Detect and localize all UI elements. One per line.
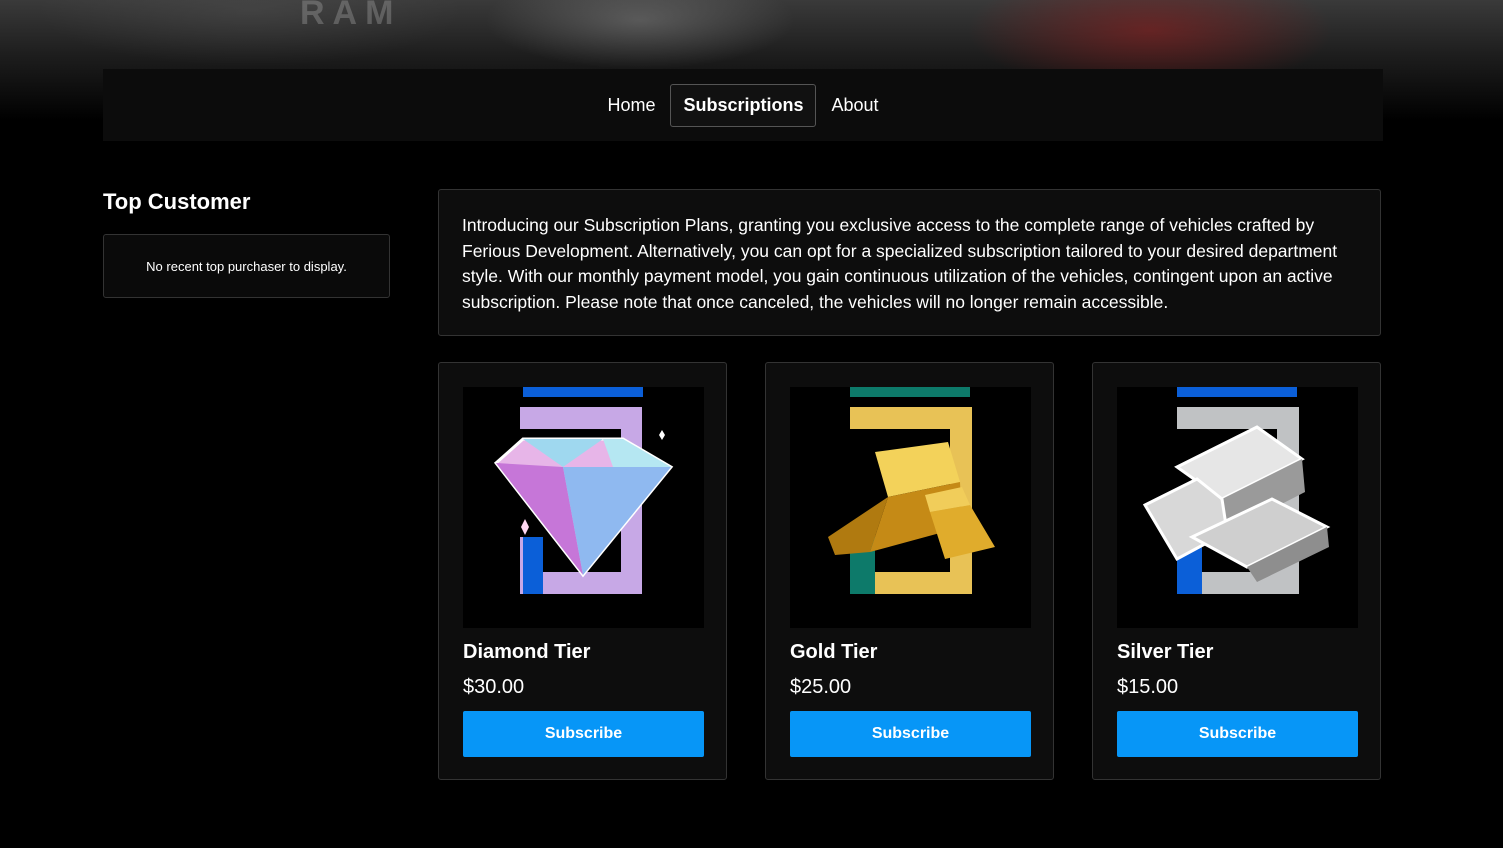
silver-bars-icon — [1142, 387, 1331, 594]
plan-price: $25.00 — [790, 676, 852, 698]
gold-bars-icon — [828, 387, 995, 594]
plan-card-diamond: Diamond Tier $30.00 Subscribe — [438, 362, 727, 780]
plan-image-diamond — [463, 387, 704, 628]
diamond-icon — [493, 387, 674, 594]
subscribe-button-gold[interactable]: Subscribe — [790, 711, 1031, 757]
top-customer-title: Top Customer — [103, 189, 251, 214]
plan-image-gold — [790, 387, 1031, 628]
nav-home[interactable]: Home — [594, 84, 668, 127]
top-customer-panel: No recent top purchaser to display. — [103, 234, 390, 298]
hero-brand-mark: RAM — [300, 0, 402, 32]
subscribe-button-silver[interactable]: Subscribe — [1117, 711, 1358, 757]
intro-panel: Introducing our Subscription Plans, gran… — [438, 189, 1381, 336]
plan-name: Gold Tier — [790, 641, 878, 663]
top-nav: Home Subscriptions About — [103, 69, 1383, 141]
plan-name: Diamond Tier — [463, 641, 591, 663]
plan-price: $15.00 — [1117, 676, 1179, 698]
plan-card-silver: Silver Tier $15.00 Subscribe — [1092, 362, 1381, 780]
subscribe-button-diamond[interactable]: Subscribe — [463, 711, 704, 757]
plan-image-silver — [1117, 387, 1358, 628]
nav-about[interactable]: About — [818, 84, 891, 127]
intro-text: Introducing our Subscription Plans, gran… — [462, 215, 1338, 312]
plan-card-gold: Gold Tier $25.00 Subscribe — [765, 362, 1054, 780]
top-customer-empty-message: No recent top purchaser to display. — [146, 258, 347, 274]
nav-subscriptions[interactable]: Subscriptions — [670, 83, 817, 127]
plan-name: Silver Tier — [1117, 641, 1214, 663]
plan-price: $30.00 — [463, 676, 525, 698]
